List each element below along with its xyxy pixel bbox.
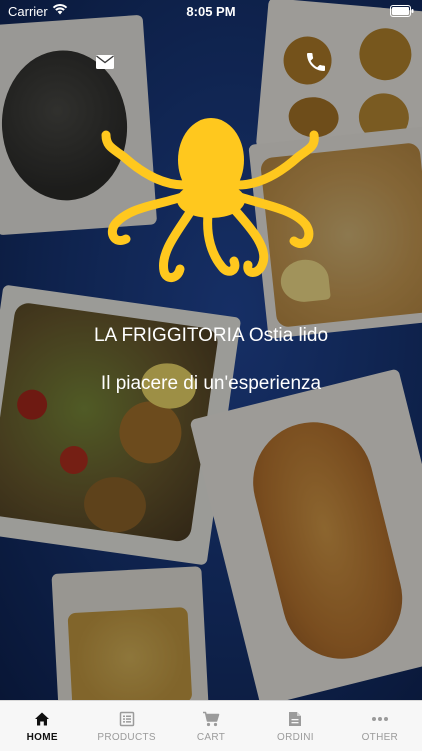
cart-icon bbox=[203, 711, 220, 727]
tab-label-cart: CART bbox=[196, 732, 226, 743]
home-icon bbox=[35, 712, 50, 726]
tab-products[interactable]: PRODUCTS bbox=[84, 701, 168, 751]
document-icon bbox=[289, 712, 302, 726]
list-icon bbox=[119, 711, 134, 727]
tab-home[interactable]: HOME bbox=[0, 701, 84, 751]
tab-other[interactable]: OTHER bbox=[338, 701, 422, 751]
tab-bar: HOME PRODUCTS CART ORDINI OTHER bbox=[0, 700, 422, 751]
tagline: Il piacere di un'esperienza bbox=[100, 373, 322, 394]
mail-icon bbox=[96, 55, 114, 69]
status-time: 8:05 PM bbox=[186, 4, 236, 19]
call-button[interactable] bbox=[304, 50, 328, 74]
battery-icon bbox=[390, 5, 414, 17]
octopus-logo bbox=[101, 118, 319, 282]
email-button[interactable] bbox=[93, 50, 117, 74]
tab-cart[interactable]: CART bbox=[169, 701, 253, 751]
status-bar: Carrier 8:05 PM bbox=[0, 0, 422, 22]
phone-icon bbox=[307, 53, 325, 71]
tab-label-home: HOME bbox=[26, 732, 58, 743]
more-icon bbox=[371, 717, 388, 721]
tab-ordini[interactable]: ORDINI bbox=[253, 701, 337, 751]
tab-label-other: OTHER bbox=[361, 732, 399, 743]
tab-label-products: PRODUCTS bbox=[97, 732, 156, 743]
restaurant-name: LA FRIGGITORIA Ostia lido bbox=[93, 325, 329, 346]
tab-label-ordini: ORDINI bbox=[277, 732, 314, 743]
